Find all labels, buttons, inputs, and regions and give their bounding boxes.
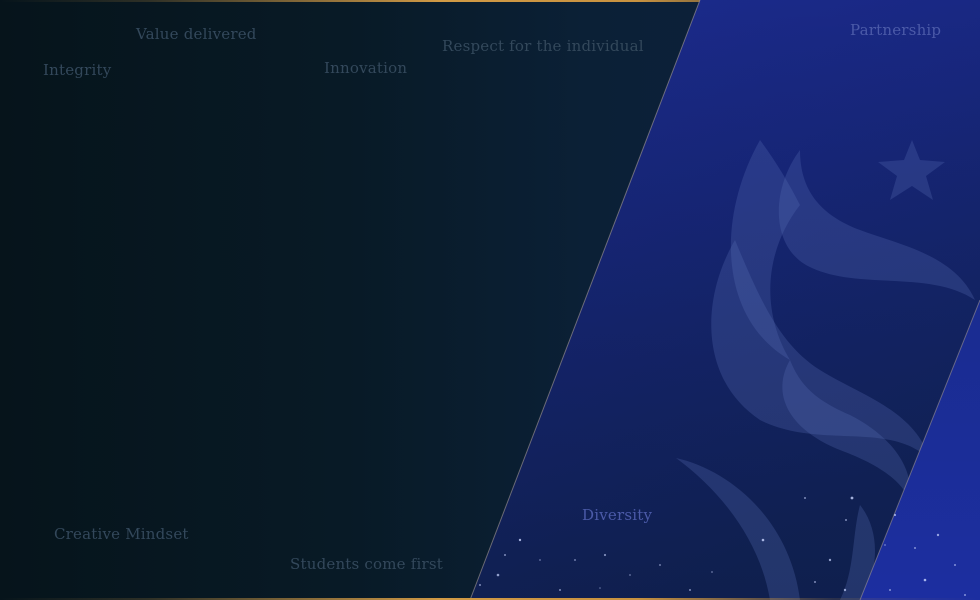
value-partnership: Partnership — [850, 21, 942, 39]
value-respect: Respect for the individual — [442, 37, 644, 55]
hero-banner: Integrity Value delivered Innovation Res… — [0, 0, 980, 600]
value-diversity: Diversity — [582, 506, 653, 524]
value-integrity: Integrity — [43, 61, 112, 79]
value-value-delivered: Value delivered — [136, 25, 257, 43]
blue-diagonal-panel — [469, 0, 980, 600]
value-innovation: Innovation — [324, 59, 408, 77]
value-students-first: Students come first — [290, 555, 443, 573]
value-creative-mindset: Creative Mindset — [54, 525, 189, 543]
